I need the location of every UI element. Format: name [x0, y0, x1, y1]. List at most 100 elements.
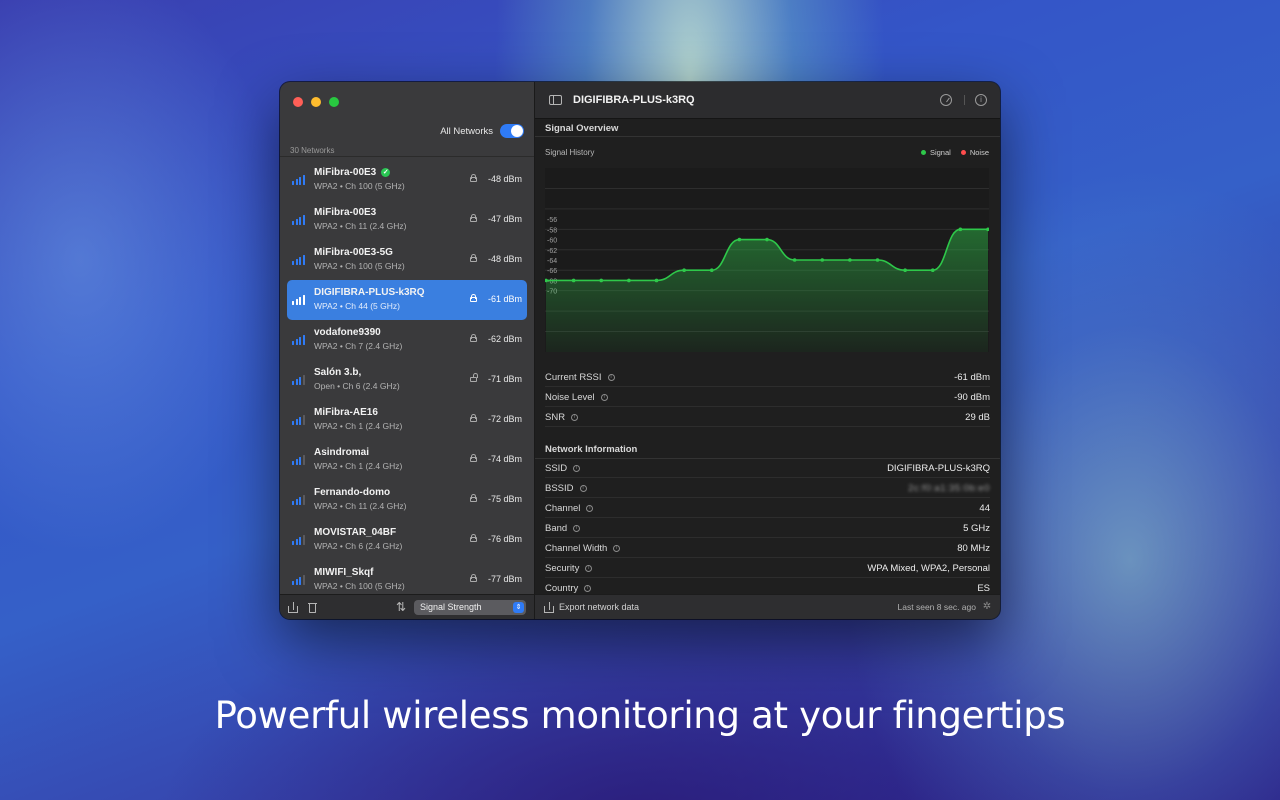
all-networks-label: All Networks: [440, 125, 493, 137]
network-name: Fernando-domo: [314, 487, 391, 498]
export-network-data-button[interactable]: Export network data: [559, 602, 639, 612]
network-row[interactable]: Fernando-domo WPA2 • Ch 11 (2.4 GHz) -75 d…: [287, 480, 527, 520]
sidebar-toolbar: ⇅ Signal Strength ⇕: [280, 594, 534, 619]
network-details: WPA2 • Ch 6 (2.4 GHz): [314, 541, 403, 551]
wifi-signal-icon: [292, 335, 305, 345]
info-icon[interactable]: i: [573, 465, 581, 472]
spinner-icon: ✲: [982, 601, 992, 612]
y-tick-label: -66: [547, 268, 557, 275]
network-details: WPA2 • Ch 11 (2.4 GHz): [314, 221, 407, 231]
network-details: WPA2 • Ch 1 (2.4 GHz): [314, 421, 403, 431]
minimize-button[interactable]: [311, 97, 321, 107]
info-row: BSSID i 2c:f0:a1:35:0b:e0: [545, 478, 990, 498]
network-row[interactable]: MiFibra-AE16 WPA2 • Ch 1 (2.4 GHz) -72 dBm: [287, 400, 527, 440]
sidebar-toggle-icon[interactable]: [549, 95, 562, 105]
network-list[interactable]: MiFibra-00E3 ✓ WPA2 • Ch 100 (5 GHz) -48 dB…: [280, 160, 534, 593]
wifi-signal-icon: [292, 215, 305, 225]
export-icon[interactable]: [544, 602, 554, 613]
signal-point: [958, 227, 963, 232]
lock-icon: [470, 414, 477, 422]
network-details: WPA2 • Ch 1 (2.4 GHz): [314, 461, 403, 471]
info-icon[interactable]: i: [586, 505, 594, 512]
signal-point: [737, 237, 742, 242]
network-details: WPA2 • Ch 100 (5 GHz): [314, 581, 405, 591]
detail-toolbar: Export network data Last seen 8 sec. ago…: [535, 594, 1000, 619]
lock-icon: [470, 574, 477, 582]
signal-point: [627, 278, 631, 283]
share-icon[interactable]: [288, 602, 298, 613]
row-label: Current RSSI i: [545, 372, 615, 383]
chevron-updown-icon: ⇕: [513, 602, 524, 613]
y-tick-label: -62: [547, 248, 557, 255]
info-icon[interactable]: i: [607, 374, 615, 381]
row-value: -90 dBm: [954, 392, 990, 403]
network-row[interactable]: MiFibra-00E3-5G WPA2 • Ch 100 (5 GHz) -48 …: [287, 240, 527, 280]
y-tick-label: -60: [547, 238, 557, 245]
signal-point: [571, 278, 576, 283]
network-name: MIWIFI_Skqf: [314, 567, 374, 578]
signal-point: [709, 268, 714, 273]
network-rssi: -76 dBm: [487, 534, 522, 544]
network-name: Salón 3.b,: [314, 367, 362, 378]
network-name: vodafone9390: [314, 327, 381, 338]
network-details: WPA2 • Ch 11 (2.4 GHz): [314, 501, 407, 511]
app-window: All Networks 30 Networks MiFibra-00E3 ✓ WP…: [280, 82, 1000, 619]
network-row[interactable]: vodafone9390 WPA2 • Ch 7 (2.4 GHz) -62 dBm: [287, 320, 527, 360]
divider: [280, 156, 534, 157]
signal-point: [792, 258, 797, 262]
signal-history-chart: Signal History Signal Noise -56 -58 -60 -62…: [545, 140, 989, 352]
info-icon[interactable]: i: [613, 545, 621, 552]
network-details: WPA2 • Ch 100 (5 GHz): [314, 181, 405, 191]
info-row: Current RSSI i -61 dBm: [545, 367, 990, 387]
gauge-icon[interactable]: [940, 94, 952, 106]
wifi-signal-icon: [292, 295, 305, 305]
wifi-signal-icon: [292, 495, 305, 505]
row-value: 44: [979, 503, 990, 514]
info-icon[interactable]: i: [571, 414, 579, 421]
lock-icon: [470, 494, 477, 502]
lock-icon: [470, 214, 477, 222]
row-label: Noise Level i: [545, 392, 608, 403]
sort-arrows-icon[interactable]: ⇅: [396, 600, 406, 614]
network-rssi: -48 dBm: [487, 254, 522, 264]
lock-icon: [470, 294, 477, 302]
info-icon[interactable]: i: [579, 485, 587, 492]
info-icon[interactable]: i: [584, 585, 592, 592]
network-row[interactable]: MIWIFI_Skqf WPA2 • Ch 100 (5 GHz) -77 dBm: [287, 560, 527, 593]
info-row: Channel Width i 80 MHz: [545, 538, 990, 558]
zoom-button[interactable]: [329, 97, 339, 107]
close-button[interactable]: [293, 97, 303, 107]
network-row[interactable]: DIGIFIBRA-PLUS-k3RQ WPA2 • Ch 44 (5 GHz) -…: [287, 280, 527, 320]
lock-icon: [470, 334, 477, 342]
info-icon[interactable]: i: [975, 94, 987, 106]
info-icon[interactable]: i: [585, 565, 593, 572]
signal-point: [599, 278, 604, 283]
info-row: Security i WPA Mixed, WPA2, Personal: [545, 558, 990, 578]
info-icon[interactable]: i: [600, 394, 608, 401]
wifi-signal-icon: [292, 375, 305, 385]
trash-icon[interactable]: [308, 602, 317, 613]
network-row[interactable]: MOVISTAR_04BF WPA2 • Ch 6 (2.4 GHz) -76 dB…: [287, 520, 527, 560]
network-rssi: -74 dBm: [487, 454, 522, 464]
wifi-signal-icon: [292, 535, 305, 545]
network-row[interactable]: MiFibra-00E3 ✓ WPA2 • Ch 100 (5 GHz) -48 dB…: [287, 160, 527, 200]
network-name: MiFibra-AE16: [314, 407, 378, 418]
network-details: WPA2 • Ch 100 (5 GHz): [314, 261, 405, 271]
row-label: Channel i: [545, 503, 594, 514]
y-tick-label: -64: [547, 258, 557, 265]
network-rssi: -62 dBm: [487, 334, 522, 344]
signal-point: [848, 258, 852, 262]
network-name: DIGIFIBRA-PLUS-k3RQ: [314, 287, 425, 298]
sort-select[interactable]: Signal Strength ⇕: [414, 600, 526, 615]
row-value: 2c:f0:a1:35:0b:e0: [908, 483, 990, 494]
network-row[interactable]: Asindromai WPA2 • Ch 1 (2.4 GHz) -74 dBm: [287, 440, 527, 480]
info-icon[interactable]: i: [573, 525, 581, 532]
network-row[interactable]: Salón 3.b, Open • Ch 6 (2.4 GHz) -71 dBm: [287, 360, 527, 400]
row-label: Channel Width i: [545, 543, 621, 554]
info-row: SSID i DIGIFIBRA-PLUS-k3RQ: [545, 458, 990, 478]
network-rssi: -48 dBm: [487, 174, 522, 184]
all-networks-toggle[interactable]: [500, 124, 524, 138]
row-label: Band i: [545, 523, 581, 534]
row-label: Country i: [545, 583, 592, 594]
network-row[interactable]: MiFibra-00E3 WPA2 • Ch 11 (2.4 GHz) -47 dB…: [287, 200, 527, 240]
